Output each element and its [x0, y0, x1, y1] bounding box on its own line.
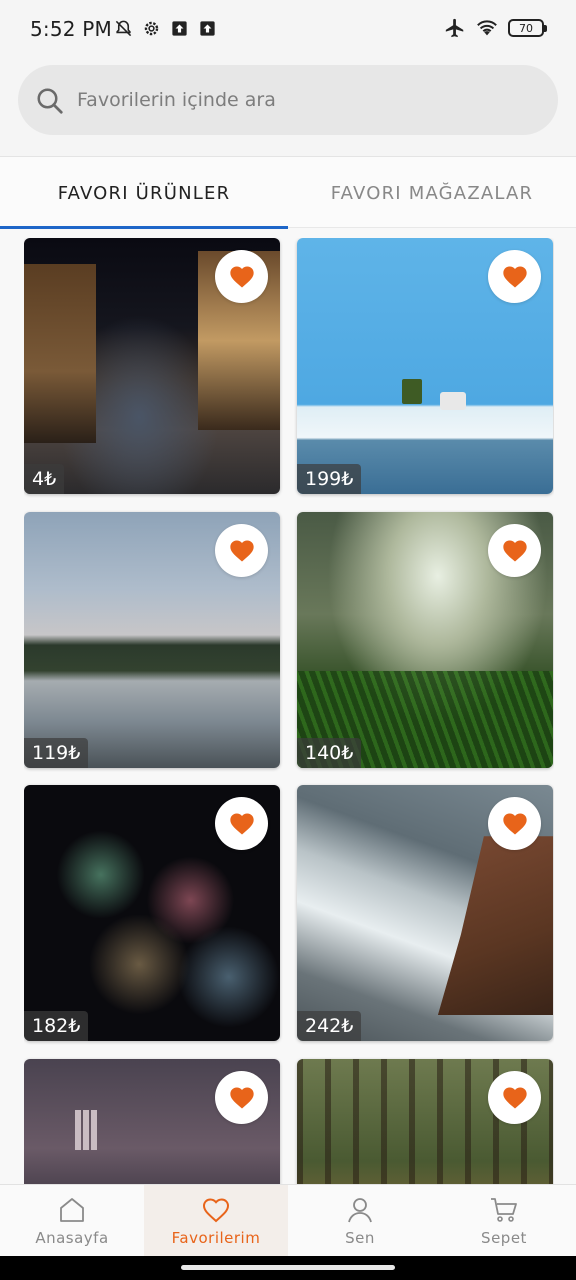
battery-icon: 70: [508, 19, 547, 37]
product-price: 242₺: [297, 1011, 362, 1041]
product-card[interactable]: 140₺: [297, 512, 553, 768]
home-icon: [60, 1198, 84, 1222]
product-card[interactable]: 182₺: [24, 785, 280, 1041]
favorite-button[interactable]: [488, 1071, 541, 1124]
gesture-bar: [0, 1256, 576, 1280]
app-root: 5:52 PM 70 FAVORI ÜRÜNLER FAVORI MAĞAZAL…: [0, 0, 576, 1280]
favorite-button[interactable]: [488, 250, 541, 303]
product-price: 140₺: [297, 738, 362, 768]
search-input[interactable]: [77, 81, 537, 119]
status-time: 5:52 PM: [30, 17, 112, 41]
status-right-icons: 70: [444, 17, 547, 39]
person-icon: [348, 1198, 372, 1223]
search-area: [0, 58, 576, 156]
heart-icon: [502, 266, 527, 287]
nav-item-favorites[interactable]: Favorilerim: [144, 1185, 288, 1257]
tab-label: FAVORI ÜRÜNLER: [57, 182, 231, 204]
heart-icon: [502, 813, 527, 834]
favorite-button[interactable]: [215, 524, 268, 577]
battery-level: 70: [519, 21, 533, 35]
airplane-icon: [445, 18, 464, 38]
favorite-button[interactable]: [215, 797, 268, 850]
search-icon: [37, 88, 63, 114]
product-card[interactable]: 4₺: [24, 238, 280, 494]
tab-bar: FAVORI ÜRÜNLER FAVORI MAĞAZALAR: [0, 156, 576, 229]
heart-icon: [229, 540, 254, 561]
search-bar[interactable]: [18, 65, 558, 135]
nav-label: Anasayfa: [35, 1229, 109, 1247]
product-card[interactable]: 242₺: [297, 785, 553, 1041]
home-indicator[interactable]: [181, 1265, 395, 1270]
upload-icon: [200, 21, 215, 36]
nav-item-cart[interactable]: Sepet: [432, 1185, 576, 1257]
product-price: 182₺: [24, 1011, 89, 1041]
tab-label: FAVORI MAĞAZALAR: [330, 182, 534, 204]
product-card[interactable]: [24, 1059, 280, 1184]
heart-icon: [502, 1087, 527, 1108]
heart-icon: [229, 266, 254, 287]
heart-icon: [502, 540, 527, 561]
product-card[interactable]: 199₺: [297, 238, 553, 494]
nav-label: Sepet: [481, 1229, 527, 1247]
product-card[interactable]: 119₺: [24, 512, 280, 768]
favorite-button[interactable]: [215, 250, 268, 303]
tab-favorite-products[interactable]: FAVORI ÜRÜNLER: [0, 157, 288, 229]
nav-label: Sen: [345, 1229, 375, 1247]
status-left-icons: [114, 19, 217, 38]
nav-item-profile[interactable]: Sen: [288, 1185, 432, 1257]
notifications-off-icon: [115, 20, 132, 37]
heart-icon: [229, 1087, 254, 1108]
favorite-button[interactable]: [488, 797, 541, 850]
wifi-icon: [477, 20, 497, 36]
nav-label: Favorilerim: [171, 1229, 261, 1247]
product-price: 4₺: [24, 464, 65, 494]
favorite-button[interactable]: [215, 1071, 268, 1124]
upload-icon: [172, 21, 187, 36]
tab-indicator: [0, 226, 288, 229]
product-price: 119₺: [24, 738, 89, 768]
heart-icon: [229, 813, 254, 834]
tab-favorite-stores[interactable]: FAVORI MAĞAZALAR: [288, 157, 576, 229]
heart-icon: [202, 1198, 230, 1223]
settings-icon: [144, 21, 159, 36]
bottom-navigation: Anasayfa Favorilerim Sen Sepet: [0, 1184, 576, 1257]
product-price: 199₺: [297, 464, 362, 494]
nav-item-home[interactable]: Anasayfa: [0, 1185, 144, 1257]
product-grid[interactable]: 4₺ 199₺ 119₺ 140₺ 182₺ 242₺: [24, 238, 554, 1184]
cart-icon: [491, 1198, 517, 1222]
product-card[interactable]: [297, 1059, 553, 1184]
favorite-button[interactable]: [488, 524, 541, 577]
status-bar: 5:52 PM 70: [0, 0, 576, 58]
